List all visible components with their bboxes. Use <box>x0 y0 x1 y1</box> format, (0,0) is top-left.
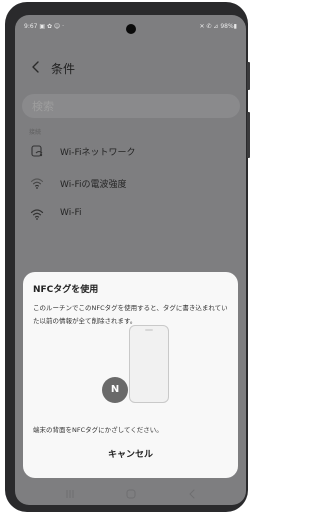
search-placeholder: 検索 <box>32 100 54 113</box>
navigation-bar <box>15 483 246 505</box>
phone-illustration-notch <box>145 329 153 331</box>
list-item-wifi-signal[interactable]: Wi-Fiの電波強度 <box>15 170 246 198</box>
list-item-label: Wi-Fi <box>60 208 82 218</box>
nfc-symbol: N <box>110 384 120 395</box>
list-item-wifi-network[interactable]: Wi-Fiネットワーク <box>15 138 246 166</box>
cancel-button[interactable]: キャンセル <box>23 447 238 460</box>
wifi-signal-icon <box>30 178 44 189</box>
status-time-and-notifications: 9:67 ▣ ✿ ☺ · <box>24 23 64 30</box>
search-input[interactable]: 検索 <box>22 94 240 118</box>
recent-apps-icon[interactable] <box>63 488 77 500</box>
phone-screen: 9:67 ▣ ✿ ☺ · ✕ ✆ ⊿ 98%▮ 条件 検索 接続 Wi-Fiネッ… <box>15 15 246 505</box>
phone-frame: 9:67 ▣ ✿ ☺ · ✕ ✆ ⊿ 98%▮ 条件 検索 接続 Wi-Fiネッ… <box>5 2 250 512</box>
section-label-connection: 接続 <box>29 129 42 136</box>
notification-icons: ▣ ✿ ☺ · <box>39 23 64 30</box>
nfc-icon: N <box>102 377 128 403</box>
list-item-wifi[interactable]: Wi-Fi <box>15 201 246 229</box>
phone-side-button <box>247 112 250 158</box>
phone-volume-button <box>247 62 250 90</box>
back-icon[interactable] <box>185 488 199 500</box>
dialog-title: NFCタグを使用 <box>33 285 99 295</box>
list-item-label: Wi-Fiネットワーク <box>60 148 136 158</box>
chevron-left-icon[interactable] <box>29 60 43 74</box>
list-item-label: Wi-Fiの電波強度 <box>60 180 127 190</box>
dialog-instruction: 端末の背面をNFCタグにかざしてください。 <box>33 426 163 434</box>
status-time: 9:67 <box>24 23 38 30</box>
app-header: 条件 <box>15 57 246 77</box>
wifi-icon <box>30 209 44 220</box>
nfc-illustration: N <box>93 325 173 413</box>
front-camera <box>126 24 136 34</box>
phone-illustration <box>129 325 169 403</box>
nfc-tag-dialog: NFCタグを使用 このルーチンでこのNFCタグを使用すると、タグに書き込まれてい… <box>23 272 238 478</box>
page-title: 条件 <box>51 62 76 76</box>
home-icon[interactable] <box>124 488 138 500</box>
wifi-settings-icon <box>31 145 43 157</box>
status-indicators: ✕ ✆ ⊿ 98%▮ <box>199 23 237 30</box>
